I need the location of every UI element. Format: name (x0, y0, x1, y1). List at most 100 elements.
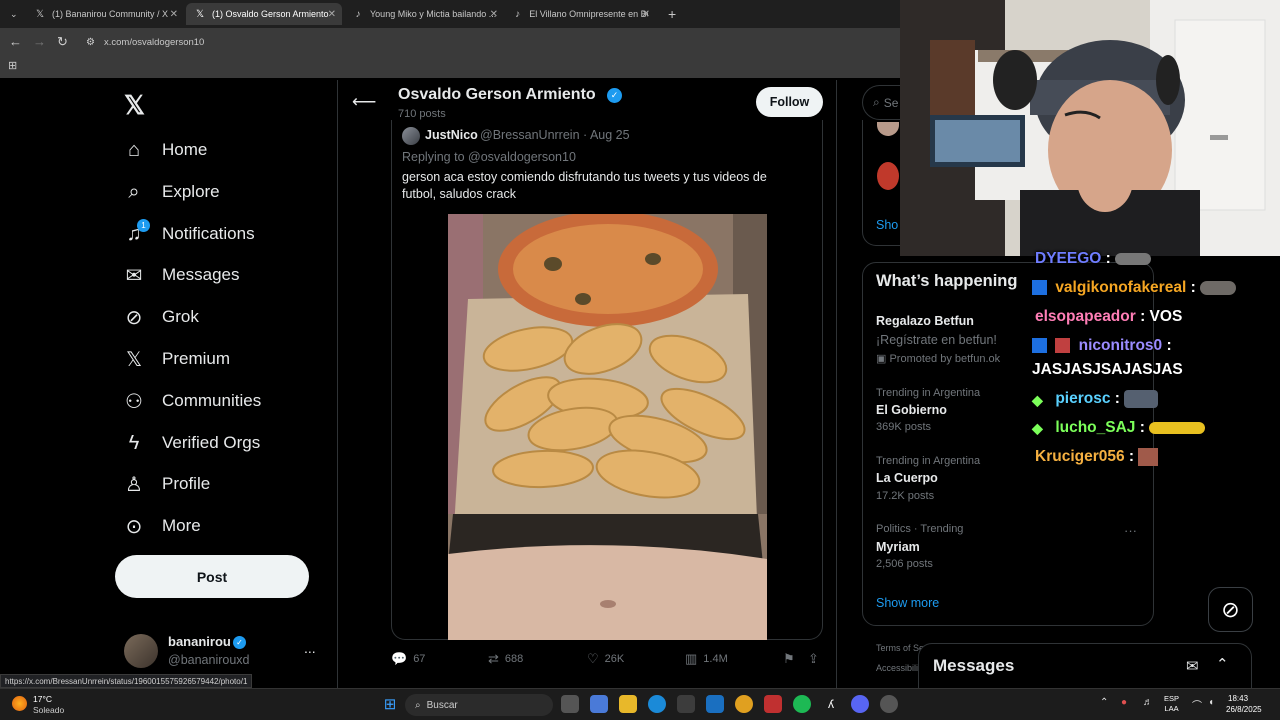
bookmark-icon[interactable]: ⚑ (783, 651, 795, 667)
repost-button[interactable]: ⇄ 688 (488, 651, 523, 667)
account-more-icon[interactable]: ... (304, 640, 316, 656)
avatar[interactable] (124, 634, 158, 668)
tweet-author[interactable]: JustNico (425, 128, 478, 142)
nav-home[interactable]: ⌂ Home (122, 135, 207, 165)
views-button[interactable]: ▥ 1.4M (685, 651, 728, 667)
obs-icon[interactable] (764, 695, 782, 713)
lightning-icon: ϟ (128, 431, 140, 454)
tab-2-label: (1) Osvaldo Gerson Armiento (@ (212, 9, 330, 19)
new-tab-button[interactable]: + (660, 3, 680, 25)
trend-sub-text: Promoted by betfun.ok (889, 353, 1001, 365)
trend-name[interactable]: El Gobierno (876, 403, 947, 417)
show-more-link[interactable]: Sho (876, 218, 898, 232)
windows-start-icon[interactable]: ⊞ (381, 695, 399, 713)
show-more-link[interactable]: Show more (876, 596, 939, 610)
terms-link[interactable]: Terms of Se (876, 643, 924, 653)
reply-button[interactable]: 💬 67 (391, 651, 425, 667)
edge-icon[interactable] (648, 695, 666, 713)
language-indicator[interactable]: ESP LAA (1164, 694, 1179, 714)
close-icon[interactable]: ✕ (328, 9, 336, 20)
tiktok-icon: ♪ (515, 8, 521, 20)
back-icon[interactable]: ← (9, 34, 22, 49)
back-arrow-icon[interactable]: ⟵ (352, 92, 376, 112)
weather-desc[interactable]: Soleado (33, 705, 64, 715)
tab-1[interactable]: 𝕏 (1) Bananirou Community / X ✕ (26, 3, 184, 25)
store-icon[interactable] (677, 695, 695, 713)
outlook-icon[interactable] (706, 695, 724, 713)
like-button[interactable]: ♡ 26K (587, 651, 624, 667)
bar-chart-icon: ▥ (685, 651, 698, 666)
url-field[interactable]: x.com/osvaldogerson10 (104, 37, 204, 48)
avatar[interactable] (877, 122, 899, 136)
post-button[interactable]: Post (115, 555, 309, 598)
close-icon[interactable]: ✕ (170, 9, 178, 20)
tab-3[interactable]: ♪ Young Miko y Mictia bailando ... ✕ (344, 3, 504, 25)
diamond-badge-icon: ◆ (1032, 391, 1043, 408)
nav-label: Notifications (162, 224, 255, 243)
clock-time[interactable]: 18:43 (1228, 694, 1248, 703)
notification-badge: 1 (137, 219, 150, 232)
site-info-icon[interactable]: ⚙ (86, 37, 95, 48)
weather-temp[interactable]: 17°C (33, 694, 52, 704)
app-icon[interactable]: ʎ (822, 695, 840, 713)
apps-icon[interactable]: ⊞ (8, 59, 17, 72)
taskbar-search[interactable]: ⌕ Buscar (405, 694, 553, 716)
volume-icon[interactable]: ◖ (1208, 697, 1214, 708)
tray-expand-icon[interactable]: ⌃ (1100, 697, 1108, 708)
trend-name[interactable]: La Cuerpo (876, 471, 938, 485)
nav-verified-orgs[interactable]: ϟ Verified Orgs (122, 428, 261, 458)
chrome-icon[interactable] (735, 695, 753, 713)
trend-name[interactable]: Myriam (876, 540, 920, 554)
tray-app-icon[interactable]: ● (1121, 697, 1127, 708)
folder-icon[interactable] (619, 695, 637, 713)
trend-sub: 369K posts (876, 421, 932, 433)
share-icon[interactable]: ⇪ (808, 651, 819, 667)
chat-text: : (1128, 448, 1135, 466)
nav-more[interactable]: ⊙ More (122, 511, 201, 541)
spotify-icon[interactable] (793, 695, 811, 713)
nav-grok[interactable]: ⊘ Grok (122, 302, 199, 332)
trends-title: What’s happening (876, 272, 1018, 290)
close-icon[interactable]: ✕ (642, 9, 650, 20)
diamond-badge-icon: ◆ (1032, 420, 1043, 437)
network-icon[interactable]: ⌒ (1192, 697, 1202, 712)
task-view-icon[interactable] (561, 695, 579, 713)
trend-sub: ▣ Promoted by betfun.ok (876, 352, 1000, 365)
nav-explore[interactable]: ⌕ Explore (122, 177, 219, 207)
tab-2[interactable]: 𝕏 (1) Osvaldo Gerson Armiento (@ ✕ (186, 3, 342, 25)
tab-4[interactable]: ♪ El Villano Omnipresente en Bey ✕ (504, 3, 656, 25)
emote-icon (1115, 252, 1152, 265)
discord-icon[interactable] (851, 695, 869, 713)
tab-search-button[interactable]: ⌄ (2, 3, 22, 25)
reload-icon[interactable]: ↻ (57, 34, 68, 50)
trend-meta: ¡Regístrate en betfun! (876, 333, 997, 347)
grok-button[interactable]: ⊘ (1208, 587, 1253, 632)
verified-icon: ✓ (607, 88, 622, 103)
expand-icon[interactable]: ⌃ (1216, 655, 1229, 673)
repost-count: 688 (504, 653, 524, 665)
microphone-icon[interactable]: ♬ (1143, 697, 1153, 708)
steam-icon[interactable] (880, 695, 898, 713)
weather-sun-icon[interactable] (12, 696, 27, 711)
copilot-icon[interactable] (590, 695, 608, 713)
nav-messages[interactable]: ✉ Messages (122, 260, 240, 290)
forward-icon[interactable]: → (33, 34, 46, 49)
avatar[interactable] (877, 162, 899, 190)
view-count: 1.4M (703, 653, 728, 665)
accessibility-link[interactable]: Accessibili (876, 663, 918, 673)
trend-more-icon[interactable]: ··· (1124, 523, 1137, 538)
chat-user: valgikonofakereal (1055, 279, 1187, 296)
follow-button[interactable]: Follow (756, 87, 823, 117)
clock-date[interactable]: 26/8/2025 (1226, 705, 1262, 714)
tweet-photo[interactable] (448, 214, 767, 640)
person-icon: ♙ (125, 473, 143, 496)
trend-name[interactable]: Regalazo Betfun (876, 314, 974, 328)
nav-profile[interactable]: ♙ Profile (122, 469, 210, 499)
nav-premium[interactable]: 𝕏 Premium (122, 344, 230, 374)
avatar[interactable] (402, 127, 420, 145)
tweet-reply-to: Replying to @osvaldogerson10 (402, 150, 576, 164)
nav-communities[interactable]: ⚇ Communities (122, 386, 261, 416)
close-icon[interactable]: ✕ (490, 9, 498, 20)
new-message-icon[interactable]: ✉ (1186, 657, 1199, 675)
account-name[interactable]: bananirou (168, 634, 231, 649)
